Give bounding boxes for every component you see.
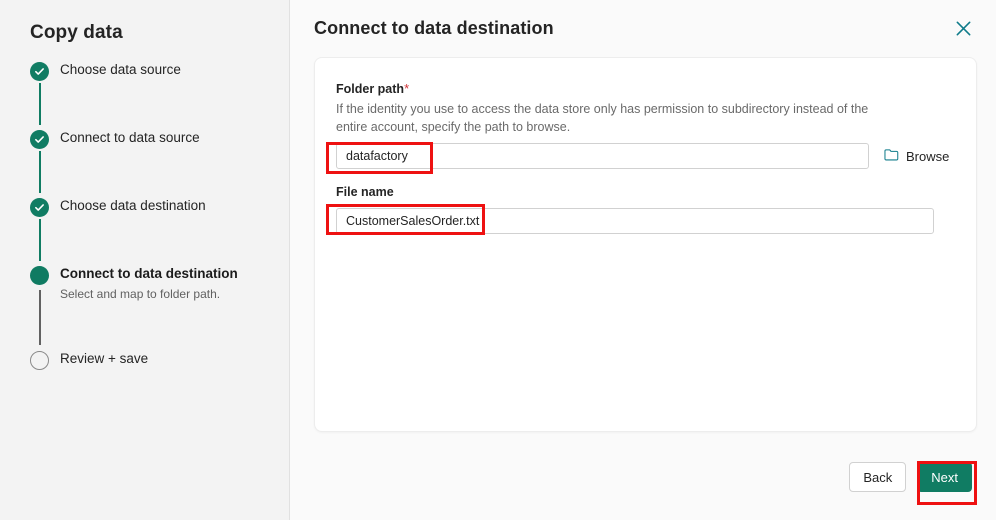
browse-button-label: Browse — [906, 148, 950, 164]
copy-data-wizard: Copy data Choose data source Connect to … — [0, 0, 996, 520]
file-name-input-row — [336, 208, 954, 234]
step-progress-list: Choose data source Connect to data sourc… — [0, 60, 289, 379]
folder-icon — [884, 148, 899, 165]
file-name-field-group: File name — [336, 184, 954, 234]
step-connector-line — [39, 151, 41, 193]
step-complete-icon — [30, 62, 49, 81]
dialog-header: Connect to data destination — [290, 0, 996, 56]
required-asterisk: * — [404, 81, 410, 96]
destination-settings-card: Folder path* If the identity you use to … — [314, 57, 977, 432]
wizard-main-pane: Connect to data destination Folder path*… — [290, 0, 996, 520]
folder-path-field-group: Folder path* If the identity you use to … — [336, 80, 954, 169]
file-name-input[interactable] — [336, 208, 934, 234]
step-current-icon — [30, 266, 49, 285]
wizard-sidebar: Copy data Choose data source Connect to … — [0, 0, 290, 520]
sidebar-step-label: Connect to data source — [60, 130, 200, 145]
sidebar-step-label: Review + save — [60, 351, 149, 366]
page-title: Copy data — [30, 22, 123, 43]
close-icon[interactable] — [948, 13, 978, 43]
step-complete-icon — [30, 130, 49, 149]
sidebar-step-choose-data-source[interactable]: Choose data source — [30, 60, 289, 128]
sidebar-step-description: Select and map to folder path. — [60, 287, 221, 301]
back-button[interactable]: Back — [849, 462, 907, 492]
file-name-label: File name — [336, 185, 394, 199]
step-pending-icon — [30, 351, 49, 370]
dialog-title: Connect to data destination — [314, 17, 554, 38]
step-complete-icon — [30, 198, 49, 217]
next-button[interactable]: Next — [917, 462, 972, 492]
browse-button[interactable]: Browse — [882, 146, 951, 167]
sidebar-step-label: Choose data destination — [60, 198, 206, 213]
sidebar-step-label: Choose data source — [60, 62, 181, 77]
step-connector-line — [39, 83, 41, 125]
sidebar-step-choose-data-destination[interactable]: Choose data destination — [30, 196, 289, 264]
folder-path-label-text: Folder path — [336, 82, 405, 96]
folder-path-input-row: Browse — [336, 143, 954, 169]
sidebar-step-review-save[interactable]: Review + save — [30, 349, 289, 379]
sidebar-step-connect-to-data-source[interactable]: Connect to data source — [30, 128, 289, 196]
sidebar-step-label: Connect to data destination — [60, 266, 238, 281]
folder-path-label: Folder path* — [336, 80, 954, 98]
step-connector-line — [39, 290, 41, 345]
folder-path-description: If the identity you use to access the da… — [336, 102, 869, 134]
sidebar-step-connect-to-data-destination[interactable]: Connect to data destination Select and m… — [30, 264, 289, 349]
dialog-footer: Back Next — [290, 434, 996, 520]
step-connector-line — [39, 219, 41, 261]
folder-path-input[interactable] — [336, 143, 869, 169]
